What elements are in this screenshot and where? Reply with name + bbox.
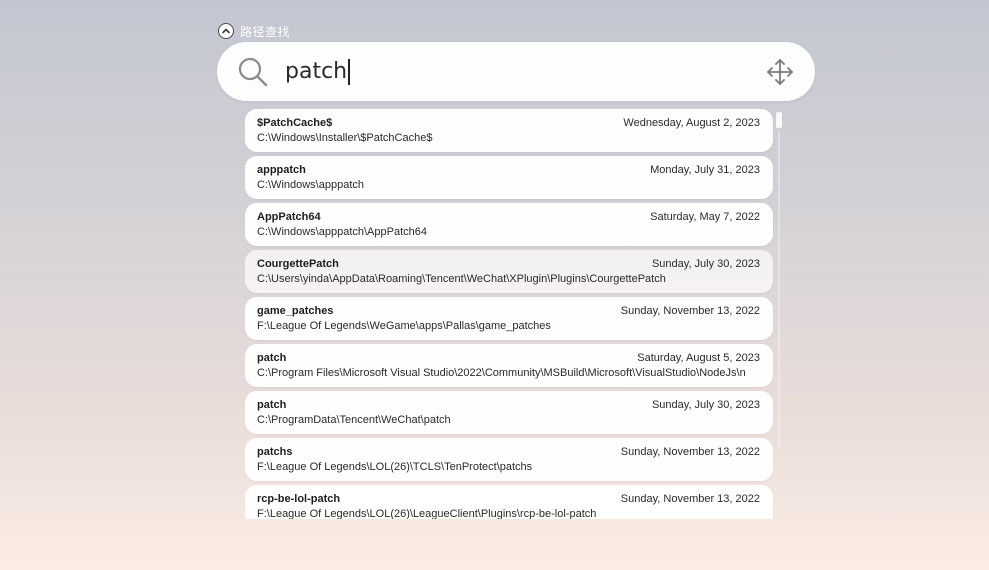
result-name: apppatch: [257, 164, 306, 176]
result-path: C:\Program Files\Microsoft Visual Studio…: [257, 367, 746, 379]
search-input[interactable]: patch: [285, 57, 350, 87]
result-item[interactable]: AppPatch64 Saturday, May 7, 2022 C:\Window…: [245, 203, 773, 246]
result-path: C:\Windows\apppatch: [257, 179, 364, 191]
result-item[interactable]: game_patches Sunday, November 13, 2022 F:\…: [245, 297, 773, 340]
window-title: 路径查找: [240, 24, 291, 39]
chevron-up-icon[interactable]: [218, 23, 234, 39]
search-bar[interactable]: patch: [217, 42, 815, 101]
result-item[interactable]: apppatch Monday, July 31, 2023 C:\Windows\…: [245, 156, 773, 199]
header: 路径查找: [218, 22, 290, 40]
result-name: rcp-be-lol-patch: [257, 493, 341, 505]
result-date: Sunday, July 30, 2023: [651, 399, 760, 411]
result-item[interactable]: patch Sunday, July 30, 2023 C:\ProgramData…: [245, 391, 773, 434]
result-name: patch: [257, 352, 287, 364]
result-date: Sunday, July 30, 2023: [651, 258, 760, 270]
result-item[interactable]: CourgettePatch Sunday, July 30, 2023 C:\Us…: [245, 250, 773, 293]
result-item[interactable]: rcp-be-lol-patch Sunday, November 13, 202…: [245, 485, 773, 519]
scroll-track: [778, 130, 780, 450]
search-query: patch: [285, 59, 348, 84]
move-arrows-icon[interactable]: [765, 57, 795, 87]
result-item[interactable]: patch Saturday, August 5, 2023 C:\Program …: [245, 344, 773, 387]
scroll-thumb[interactable]: [776, 112, 782, 128]
result-date: Sunday, November 13, 2022: [620, 305, 760, 317]
result-date: Saturday, August 5, 2023: [637, 352, 760, 364]
results-list: $PatchCache$ Wednesday, August 2, 2023 C:\…: [245, 109, 774, 519]
result-date: Sunday, November 13, 2022: [620, 446, 760, 458]
result-date: Sunday, November 13, 2022: [620, 493, 760, 505]
scrollbar[interactable]: [776, 112, 782, 452]
result-name: game_patches: [257, 305, 334, 317]
result-path: F:\League Of Legends\WeGame\apps\Pallas\…: [257, 320, 551, 332]
result-date: Saturday, May 7, 2022: [650, 211, 760, 223]
result-path: F:\League Of Legends\LOL(26)\LeagueClien…: [257, 508, 597, 519]
result-path: F:\League Of Legends\LOL(26)\TCLS\TenPro…: [257, 461, 533, 473]
result-path: C:\ProgramData\Tencent\WeChat\patch: [257, 414, 451, 426]
result-path: C:\Windows\Installer\$PatchCache$: [257, 132, 433, 144]
search-icon: [238, 57, 268, 87]
result-date: Wednesday, August 2, 2023: [623, 117, 760, 129]
result-item[interactable]: patchs Sunday, November 13, 2022 F:\League…: [245, 438, 773, 481]
result-date: Monday, July 31, 2023: [650, 164, 760, 176]
result-name: CourgettePatch: [257, 258, 339, 270]
result-name: $PatchCache$: [257, 117, 333, 129]
result-name: patchs: [257, 446, 293, 458]
result-item[interactable]: $PatchCache$ Wednesday, August 2, 2023 C:\…: [245, 109, 773, 152]
result-name: patch: [257, 399, 287, 411]
text-caret: [348, 59, 350, 85]
result-path: C:\Windows\apppatch\AppPatch64: [257, 226, 427, 238]
result-path: C:\Users\yinda\AppData\Roaming\Tencent\W…: [257, 273, 666, 285]
result-name: AppPatch64: [257, 211, 321, 223]
